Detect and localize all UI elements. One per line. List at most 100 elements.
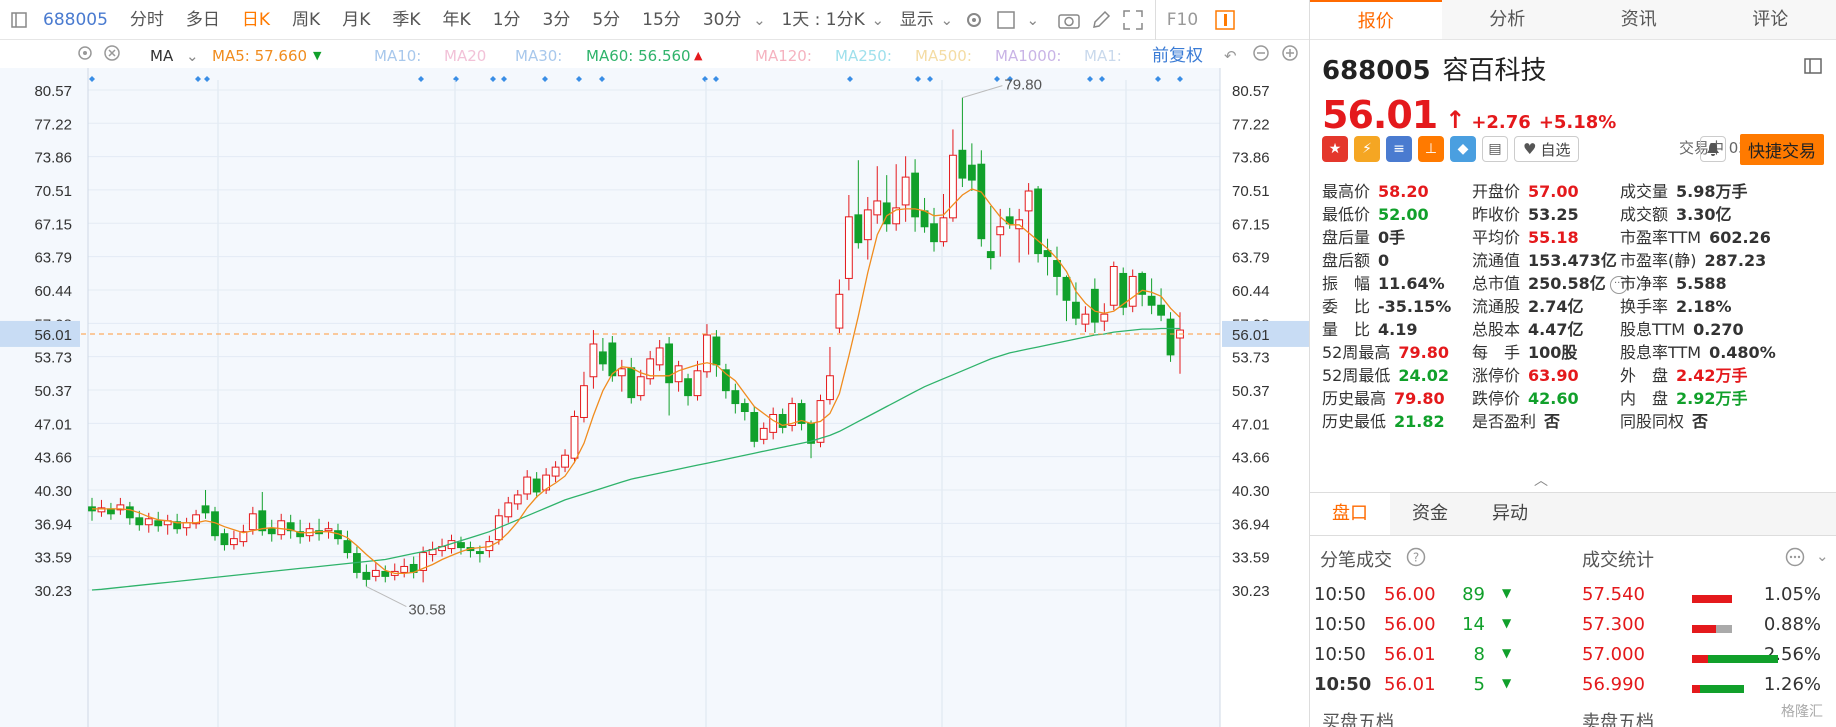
chevron-down-icon[interactable]: ⌄ bbox=[867, 9, 889, 31]
more-icon[interactable] bbox=[1785, 547, 1805, 571]
add-favorite-button[interactable]: ♥ 自选 bbox=[1514, 136, 1580, 162]
stats-grid: 最高价 58.20 开盘价 57.00 成交量 5.98万手 最低价 52.00 昨收价 53.2… bbox=[1322, 178, 1832, 474]
kline-chart[interactable]: 80.57 80.57 77.22 77.22 73.86 73.86 70.51 70.51… bbox=[0, 40, 1309, 727]
quote-tab-0[interactable]: 报价 bbox=[1310, 0, 1442, 39]
bid-levels-title: 买盘五档 bbox=[1322, 712, 1394, 727]
chevron-down-icon[interactable]: ⌄ bbox=[186, 43, 199, 69]
current-price: 56.01 bbox=[1322, 93, 1438, 137]
stat-item: 是否盈利否 bbox=[1472, 408, 1560, 432]
camera-icon[interactable] bbox=[1058, 9, 1080, 31]
gear-icon[interactable] bbox=[963, 9, 985, 31]
display-menu[interactable]: 显示 bbox=[889, 0, 936, 40]
stat-value: 2.74亿 bbox=[1528, 297, 1584, 316]
stat-pct: 1.05% bbox=[1763, 584, 1821, 605]
bell-icon[interactable] bbox=[1700, 136, 1726, 162]
period-tab-1[interactable]: 多日 bbox=[175, 0, 231, 40]
y-tick-label-right: 47.01 bbox=[1232, 416, 1270, 433]
stat-item: 平均价 55.18 bbox=[1472, 224, 1579, 248]
y-tick-label-left: 43.66 bbox=[34, 450, 72, 467]
period-tab-6[interactable]: 年K bbox=[432, 0, 482, 40]
stat-item: 内 盘 2.92万手 bbox=[1620, 385, 1748, 409]
candle-body bbox=[674, 365, 683, 383]
database-icon[interactable]: ≡ bbox=[1386, 136, 1412, 162]
sidebar-toggle-icon[interactable] bbox=[8, 9, 30, 31]
stat-item: 外 盘 2.42万手 bbox=[1620, 362, 1748, 386]
stat-value: 53.25 bbox=[1528, 205, 1579, 224]
undo-icon[interactable]: ↶ bbox=[1224, 43, 1237, 69]
period-tab-2[interactable]: 日K bbox=[231, 0, 281, 40]
fullscreen-icon[interactable] bbox=[1122, 9, 1144, 31]
orderbook-tab-0[interactable]: 盘口 bbox=[1310, 493, 1390, 535]
y-tick-label-right: 30.23 bbox=[1232, 583, 1270, 600]
china-flag-icon[interactable]: ★ bbox=[1322, 136, 1348, 162]
chevron-down-icon[interactable]: ⌄ bbox=[1022, 9, 1044, 31]
trade-price: 56.01 bbox=[1384, 644, 1436, 665]
close-icon[interactable] bbox=[103, 44, 121, 70]
period-tab-5[interactable]: 季K bbox=[381, 0, 431, 40]
panel-layout-icon[interactable] bbox=[1804, 58, 1822, 78]
ma5-value: MA5: 57.660 bbox=[212, 47, 308, 65]
chevron-down-icon[interactable]: ⌄ bbox=[1816, 547, 1829, 565]
ma30-value: MA30: bbox=[515, 47, 563, 65]
period-tab-4[interactable]: 月K bbox=[331, 0, 381, 40]
chevron-down-icon[interactable]: ⌄ bbox=[748, 9, 770, 31]
checkbox-icon[interactable] bbox=[995, 9, 1017, 31]
orderbook-tab-2[interactable]: 异动 bbox=[1470, 493, 1550, 535]
chevron-down-icon[interactable]: ⌄ bbox=[936, 9, 958, 31]
lightning-icon[interactable]: ⚡ bbox=[1354, 136, 1380, 162]
candle-body bbox=[967, 164, 976, 181]
stat-label: 外 盘 bbox=[1620, 366, 1669, 385]
pencil-icon[interactable] bbox=[1090, 9, 1112, 31]
period-tab-11[interactable]: 30分 bbox=[692, 0, 753, 40]
candle-body bbox=[636, 376, 645, 397]
range-select[interactable]: 1天 : 1分K bbox=[770, 0, 866, 40]
stat-item: 盘后量 0手 bbox=[1322, 224, 1405, 248]
candle-body bbox=[731, 390, 740, 405]
settings-icon[interactable] bbox=[76, 44, 94, 70]
orderbook-tab-1[interactable]: 资金 bbox=[1390, 493, 1470, 535]
chart-tag-icon[interactable]: ⊥ bbox=[1418, 136, 1444, 162]
y-tick-label-left: 60.44 bbox=[34, 283, 72, 300]
stat-value: 0.480% bbox=[1709, 343, 1776, 362]
candle-body bbox=[608, 342, 617, 377]
f10-button[interactable]: F10 bbox=[1154, 0, 1209, 40]
help-icon[interactable]: ? bbox=[1406, 547, 1426, 571]
quick-trade-button[interactable]: 快捷交易 bbox=[1740, 134, 1824, 165]
adjust-button[interactable]: 前复权 bbox=[1152, 43, 1203, 69]
stat-bar-red bbox=[1692, 595, 1732, 603]
stat-value: 42.60 bbox=[1528, 389, 1579, 408]
candle-body bbox=[1081, 313, 1090, 325]
stat-item: 总市值 250.58亿 ··· bbox=[1472, 270, 1628, 294]
quote-tab-3[interactable]: 评论 bbox=[1705, 0, 1836, 39]
stock-code-label[interactable]: 688005 bbox=[35, 0, 119, 40]
candle-body bbox=[513, 494, 522, 505]
stat-item: 换手率 2.18% bbox=[1620, 293, 1732, 317]
panel-toggle-icon[interactable] bbox=[1214, 9, 1236, 31]
quote-tab-2[interactable]: 资讯 bbox=[1573, 0, 1705, 39]
price-tag-right: 56.01 bbox=[1232, 327, 1270, 344]
period-tab-9[interactable]: 5分 bbox=[581, 0, 631, 40]
quote-tab-1[interactable]: 分析 bbox=[1442, 0, 1574, 39]
period-tab-10[interactable]: 15分 bbox=[631, 0, 692, 40]
stat-value: 0.270 bbox=[1693, 320, 1744, 339]
y-tick-label-right: 50.37 bbox=[1232, 383, 1270, 400]
period-tab-7[interactable]: 1分 bbox=[482, 0, 532, 40]
candle-body bbox=[400, 565, 409, 573]
trade-row: 10:50 56.00 89 ▼ 57.540 1.05% bbox=[1310, 584, 1836, 614]
zoom-in-icon[interactable] bbox=[1281, 44, 1299, 70]
zoom-out-icon[interactable] bbox=[1252, 44, 1270, 70]
candle-body bbox=[324, 528, 333, 532]
ma20-value: MA20 bbox=[444, 47, 487, 65]
period-tab-3[interactable]: 周K bbox=[281, 0, 331, 40]
tag-icon[interactable]: ◆ bbox=[1450, 136, 1476, 162]
stat-label: 市净率 bbox=[1620, 274, 1669, 293]
stat-price: 57.300 bbox=[1582, 614, 1645, 635]
stat-value: 602.26 bbox=[1709, 228, 1771, 247]
stat-value: 58.20 bbox=[1378, 182, 1429, 201]
candle-body bbox=[277, 520, 286, 536]
period-tab-8[interactable]: 3分 bbox=[532, 0, 582, 40]
period-tab-0[interactable]: 分时 bbox=[119, 0, 175, 40]
chevron-up-icon[interactable]: ︿ bbox=[1534, 470, 1548, 490]
ma-label: MA bbox=[150, 47, 174, 65]
bookmark-icon[interactable]: ▤ bbox=[1482, 136, 1508, 162]
